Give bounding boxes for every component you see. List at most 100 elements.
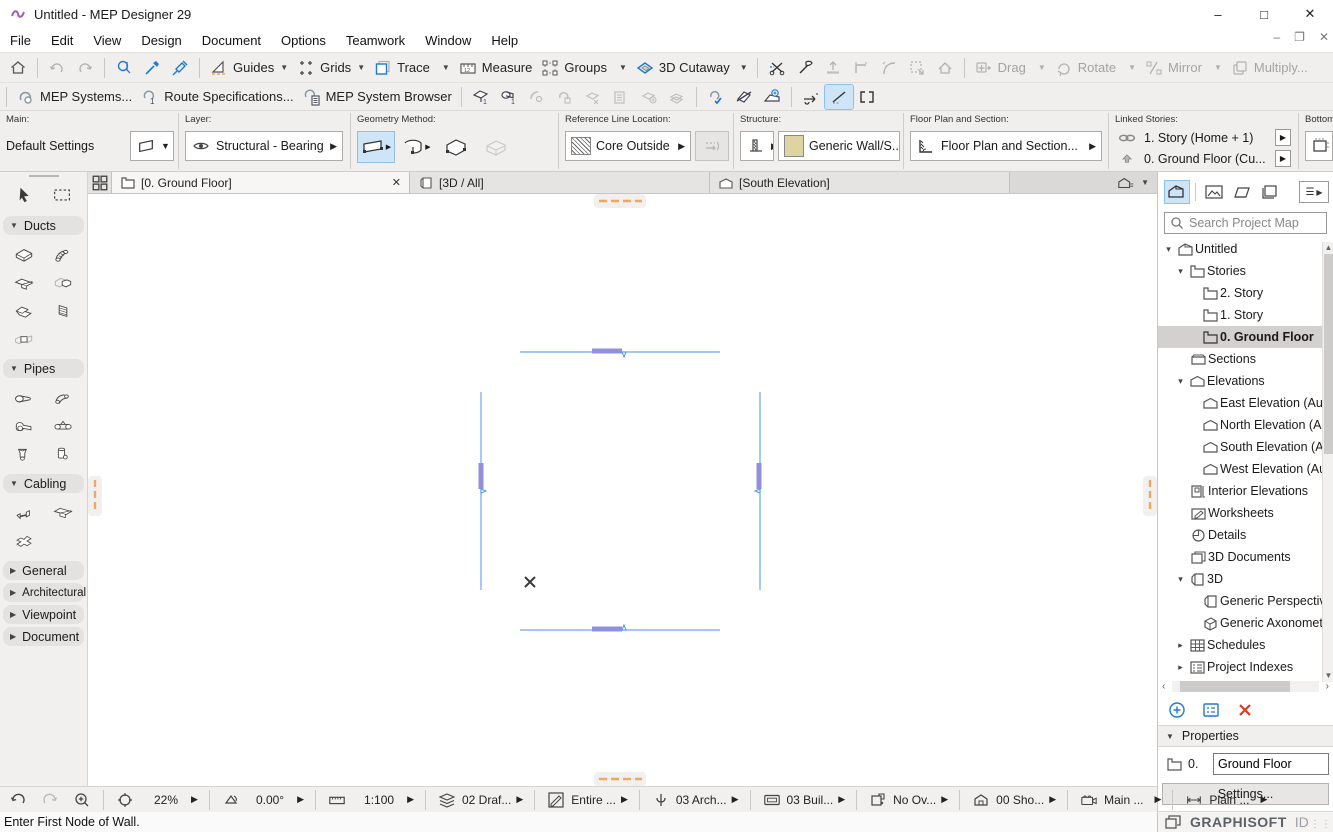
- wall-tool-default-button[interactable]: ▼: [130, 131, 174, 161]
- new-viewpoint-button[interactable]: [1168, 701, 1186, 719]
- edge-marker-left[interactable]: [88, 476, 102, 516]
- tree-item-north-elevation[interactable]: North Elevation (Au: [1158, 414, 1322, 436]
- tree-item-sections[interactable]: Sections: [1158, 348, 1322, 370]
- connect-elements-button[interactable]: [853, 85, 881, 109]
- menu-help[interactable]: Help: [481, 30, 528, 51]
- geometry-curved-wall-button[interactable]: ▶: [397, 131, 435, 163]
- scroll-left-icon[interactable]: ‹: [1162, 681, 1172, 692]
- toolbox-section-document[interactable]: ▶ Document: [3, 627, 84, 646]
- layer-selector-button[interactable]: Structural - Bearing ▶: [185, 131, 343, 161]
- refline-selector-button[interactable]: Core Outside ▶: [565, 131, 691, 161]
- bottom-offset-button[interactable]: [1305, 131, 1333, 161]
- project-map-search[interactable]: [1164, 212, 1327, 234]
- duct-elbow-tool-icon[interactable]: [14, 301, 34, 321]
- mep-hide-3d-button[interactable]: [730, 85, 758, 109]
- pick-up-parameters-button[interactable]: [138, 56, 166, 80]
- tree-item-generic-axonometry[interactable]: Generic Axonometry: [1158, 612, 1322, 634]
- geometry-rectangle-wall-button[interactable]: [477, 131, 515, 163]
- duct-routing-button[interactable]: 1: [467, 85, 495, 109]
- mep-modify-3-button[interactable]: [579, 85, 607, 109]
- redo-button[interactable]: [71, 56, 99, 80]
- expander-icon[interactable]: ▸: [1174, 640, 1187, 651]
- tree-item-south-elevation[interactable]: South Elevation (Au: [1158, 436, 1322, 458]
- duct-tjunction-tool-icon[interactable]: [14, 273, 34, 293]
- camera-button[interactable]: Main ... ▶: [1073, 790, 1167, 810]
- tree-item-elevations[interactable]: ▾ Elevations: [1158, 370, 1322, 392]
- delete-viewpoint-button[interactable]: [1236, 701, 1254, 719]
- mep-add-view-button[interactable]: [758, 85, 786, 109]
- duct-inline-tool-icon[interactable]: [14, 329, 34, 349]
- roof-fit-button[interactable]: [931, 56, 959, 80]
- pen-set-button[interactable]: Entire ... ▶: [540, 790, 634, 810]
- linked-bottom-arrow-button[interactable]: ▶: [1275, 150, 1291, 167]
- tree-item-east-elevation[interactable]: East Elevation (Auto: [1158, 392, 1322, 414]
- mep-systems-button[interactable]: MEP Systems...: [12, 85, 136, 109]
- arrow-tool-icon[interactable]: [12, 183, 38, 207]
- minimize-button[interactable]: –: [1195, 0, 1241, 28]
- mep-modify-4-button[interactable]: [607, 85, 635, 109]
- trace-button[interactable]: Trace▼: [369, 56, 454, 80]
- mep-modify-1-button[interactable]: [523, 85, 551, 109]
- camera-arrow-icon[interactable]: ▶: [1155, 794, 1162, 805]
- properties-header[interactable]: ▼ Properties: [1158, 725, 1333, 747]
- mep-modify-5-button[interactable]: [635, 85, 663, 109]
- renovation-arrow-icon[interactable]: ▶: [941, 794, 948, 805]
- resize-grip[interactable]: ⋮⋮: [1310, 819, 1332, 830]
- mdi-minimize-icon[interactable]: –: [1273, 30, 1280, 44]
- linked-top-arrow-button[interactable]: ▶: [1275, 129, 1291, 146]
- tree-item-3d-documents[interactable]: 3D Documents: [1158, 546, 1322, 568]
- fit-in-window-button[interactable]: 22% ▶: [109, 790, 204, 810]
- zoom-level-arrow-icon[interactable]: ▶: [191, 794, 198, 805]
- expander-icon[interactable]: ▾: [1174, 574, 1187, 585]
- tree-item-schedules[interactable]: ▸ Schedules: [1158, 634, 1322, 656]
- elevation-markers-drawing[interactable]: [88, 194, 1157, 786]
- tree-item-stories[interactable]: ▾ Stories: [1158, 260, 1322, 282]
- scroll-down-icon[interactable]: ▼: [1323, 670, 1333, 682]
- pipe-fixture-tool-icon[interactable]: [53, 444, 73, 464]
- find-select-button[interactable]: [110, 56, 138, 80]
- layout-book-button[interactable]: [1229, 180, 1255, 204]
- stories-quick-arrow-icon[interactable]: ▶: [1049, 794, 1056, 805]
- scroll-right-icon[interactable]: ›: [1319, 681, 1329, 692]
- flip-refline-button[interactable]: [695, 131, 729, 161]
- guides-button[interactable]: Guides▼: [205, 56, 292, 80]
- tab-ground-floor[interactable]: [0. Ground Floor] ✕: [112, 172, 410, 193]
- tab-3d-all[interactable]: [3D / All]: [410, 172, 710, 193]
- favorites-button[interactable]: 03 Arch... ▶: [645, 790, 745, 810]
- orientation-button[interactable]: 0.00° ▶: [215, 790, 310, 810]
- toolbox-drag-handle[interactable]: [29, 175, 59, 177]
- split-button[interactable]: [763, 56, 791, 80]
- dimension-arrow-icon[interactable]: ▶: [1260, 794, 1267, 805]
- edge-marker-right[interactable]: [1143, 476, 1157, 516]
- tree-item-west-elevation[interactable]: West Elevation (Aut: [1158, 458, 1322, 480]
- routing-options-button[interactable]: [797, 85, 825, 109]
- toolbox-section-cabling[interactable]: ▼ Cabling: [3, 474, 84, 493]
- viewpoint-settings-button[interactable]: [1202, 701, 1220, 719]
- rotate-button[interactable]: Rotate▼: [1050, 56, 1140, 80]
- tree-item-story-2[interactable]: 2. Story: [1158, 282, 1322, 304]
- orientation-arrow-icon[interactable]: ▶: [297, 794, 304, 805]
- grids-button[interactable]: Grids▼: [292, 56, 369, 80]
- structure-fill-button[interactable]: Generic Wall/S... ▶: [778, 131, 900, 161]
- mep-check-button[interactable]: [702, 85, 730, 109]
- expander-icon[interactable]: ▾: [1174, 266, 1187, 277]
- pipe-tool-icon[interactable]: [14, 388, 34, 408]
- mdi-close-icon[interactable]: ✕: [1319, 30, 1329, 44]
- search-input[interactable]: [1189, 216, 1319, 230]
- flexible-duct-tool-icon[interactable]: [53, 245, 73, 265]
- tree-item-project-indexes[interactable]: ▸ Project Indexes: [1158, 656, 1322, 678]
- menu-document[interactable]: Document: [192, 30, 271, 51]
- multiply-button[interactable]: Multiply...: [1226, 56, 1312, 80]
- duct-transition-tool-icon[interactable]: [53, 273, 73, 293]
- cable-cross-tool-icon[interactable]: [14, 531, 34, 551]
- adjust-button[interactable]: [791, 56, 819, 80]
- scroll-up-icon[interactable]: ▲: [1323, 242, 1333, 254]
- pipe-tjunction-tool-icon[interactable]: [14, 416, 34, 436]
- structure-type-button[interactable]: ▶: [740, 131, 774, 161]
- mep-modify-6-button[interactable]: [663, 85, 691, 109]
- tab-overview-button[interactable]: [88, 172, 112, 193]
- toolbox-section-general[interactable]: ▶ General: [3, 561, 84, 580]
- groups-button[interactable]: Groups▼: [536, 56, 631, 80]
- elevate-button[interactable]: [819, 56, 847, 80]
- scale-button[interactable]: 1:100 ▶: [321, 790, 420, 810]
